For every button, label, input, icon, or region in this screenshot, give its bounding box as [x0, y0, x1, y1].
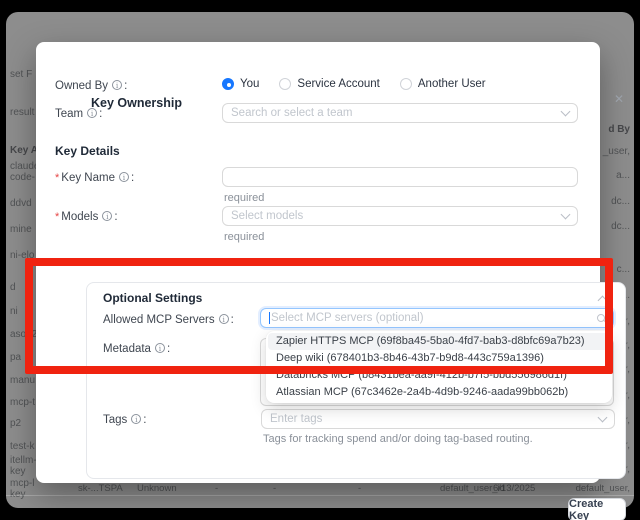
mcp-option-databricks[interactable]: Databricks MCP (b8431bea-aa9f-412b-b7f5-…	[268, 367, 610, 384]
bg-row-created-by: default_user,	[576, 483, 630, 494]
info-icon: i	[155, 343, 165, 353]
chevron-down-icon	[598, 413, 608, 423]
chevron-down-icon	[561, 107, 571, 117]
info-icon: i	[112, 80, 122, 90]
bg-row-cell: -	[358, 483, 361, 494]
models-placeholder: Select models	[231, 210, 303, 222]
owned-by-label: Owned Byi:	[55, 80, 127, 92]
radio-unselected-icon[interactable]	[400, 78, 412, 90]
bg-fragment: mcp-t	[10, 397, 35, 408]
key-details-heading: Key Details	[55, 144, 120, 158]
team-select[interactable]: Search or select a team	[222, 103, 578, 123]
info-icon: i	[119, 172, 129, 182]
bg-row-secret: Unknown	[137, 483, 177, 494]
bg-fragment: itellm-	[10, 455, 37, 466]
bg-row-cell: -	[273, 483, 276, 494]
key-name-input[interactable]	[222, 167, 578, 187]
info-icon: i	[87, 108, 97, 118]
bg-fragment: ddvd	[10, 198, 32, 209]
optional-settings-heading: Optional Settings	[103, 291, 202, 305]
owned-by-radio-group: You Service Account Another User	[222, 78, 500, 90]
screenshot-stage: set F result Key A claude code- ddvd min…	[0, 0, 640, 520]
bg-row-cell: -	[215, 483, 218, 494]
info-icon: i	[102, 211, 112, 221]
bg-row-key-token: sk-...TSPA	[78, 483, 123, 494]
bg-fragment: result	[10, 107, 34, 118]
team-label: Teami:	[55, 108, 102, 120]
modal-title: Key Ownership	[91, 96, 182, 110]
create-key-button[interactable]: Create Key	[568, 498, 626, 520]
radio-unselected-icon[interactable]	[279, 78, 291, 90]
bg-column-header: d By	[608, 124, 630, 135]
mcp-option-atlassian[interactable]: Atlassian MCP (67c3462e-2a4b-4d9b-9246-a…	[268, 384, 610, 401]
bg-fragment: dc...	[611, 221, 630, 232]
key-ownership-modal: Key Ownership ✕ Owned Byi: You Service A…	[36, 42, 600, 483]
tags-select[interactable]: Enter tags	[261, 409, 615, 429]
team-placeholder: Search or select a team	[231, 107, 352, 119]
mcp-option-deep-wiki[interactable]: Deep wiki (678401b3-8b46-43b7-b9d8-443c7…	[268, 350, 610, 367]
mcp-placeholder: Select MCP servers (optional)	[271, 312, 424, 324]
bg-fragment: p2	[10, 418, 21, 429]
bg-fragment: ason2	[10, 329, 37, 340]
search-icon	[597, 314, 605, 322]
mcp-servers-label: Allowed MCP Serversi:	[103, 314, 234, 326]
bg-fragment: mcp-l	[10, 478, 34, 489]
key-name-label: *Key Namei:	[55, 172, 134, 184]
bg-fragment: set F	[10, 69, 32, 80]
bg-fragment: _user,	[603, 146, 630, 157]
bg-row-divider	[6, 495, 634, 496]
mcp-servers-select[interactable]: Select MCP servers (optional)	[260, 308, 614, 328]
text-cursor	[269, 312, 270, 324]
info-icon: i	[219, 314, 229, 324]
tags-placeholder: Enter tags	[270, 413, 322, 425]
mcp-option-zapier[interactable]: Zapier HTTPS MCP (69f8ba45-5ba0-4fd7-bab…	[268, 333, 610, 350]
bg-fragment: ni-elo	[10, 250, 34, 261]
chevron-down-icon	[561, 210, 571, 220]
bg-fragment: manu	[10, 375, 35, 386]
radio-selected-icon[interactable]	[222, 78, 234, 90]
bg-fragment: mine	[10, 224, 32, 235]
bg-fragment: pa	[10, 352, 21, 363]
radio-you[interactable]: You	[222, 78, 259, 90]
mcp-servers-dropdown: Zapier HTTPS MCP (69f8ba45-5ba0-4fd7-bab…	[266, 331, 612, 403]
bg-fragment: a...	[616, 170, 630, 181]
bg-fragment: code-	[10, 172, 35, 183]
models-label: *Modelsi:	[55, 211, 118, 223]
bg-fragment: dc...	[611, 196, 630, 207]
bg-column-header: Key A	[10, 145, 38, 156]
bg-fragment: test-k	[10, 441, 34, 452]
radio-service-account[interactable]: Service Account	[279, 78, 379, 90]
tags-label: Tagsi:	[103, 414, 147, 426]
chevron-up-icon[interactable]	[598, 296, 608, 306]
bg-fragment: ni	[10, 306, 18, 317]
models-required-hint: required	[224, 231, 264, 243]
models-select[interactable]: Select models	[222, 206, 578, 226]
metadata-label: Metadatai:	[103, 343, 170, 355]
bg-fragment: key	[10, 466, 26, 477]
radio-another-user[interactable]: Another User	[400, 78, 486, 90]
bg-row-date: 6/13/2025	[493, 483, 535, 494]
bg-fragment: d	[10, 282, 16, 293]
tags-help-text: Tags for tracking spend and/or doing tag…	[263, 433, 533, 445]
bg-fragment: c...	[617, 264, 630, 275]
key-name-required-hint: required	[224, 192, 264, 204]
close-icon[interactable]: ✕	[614, 93, 624, 105]
info-icon: i	[131, 414, 141, 424]
